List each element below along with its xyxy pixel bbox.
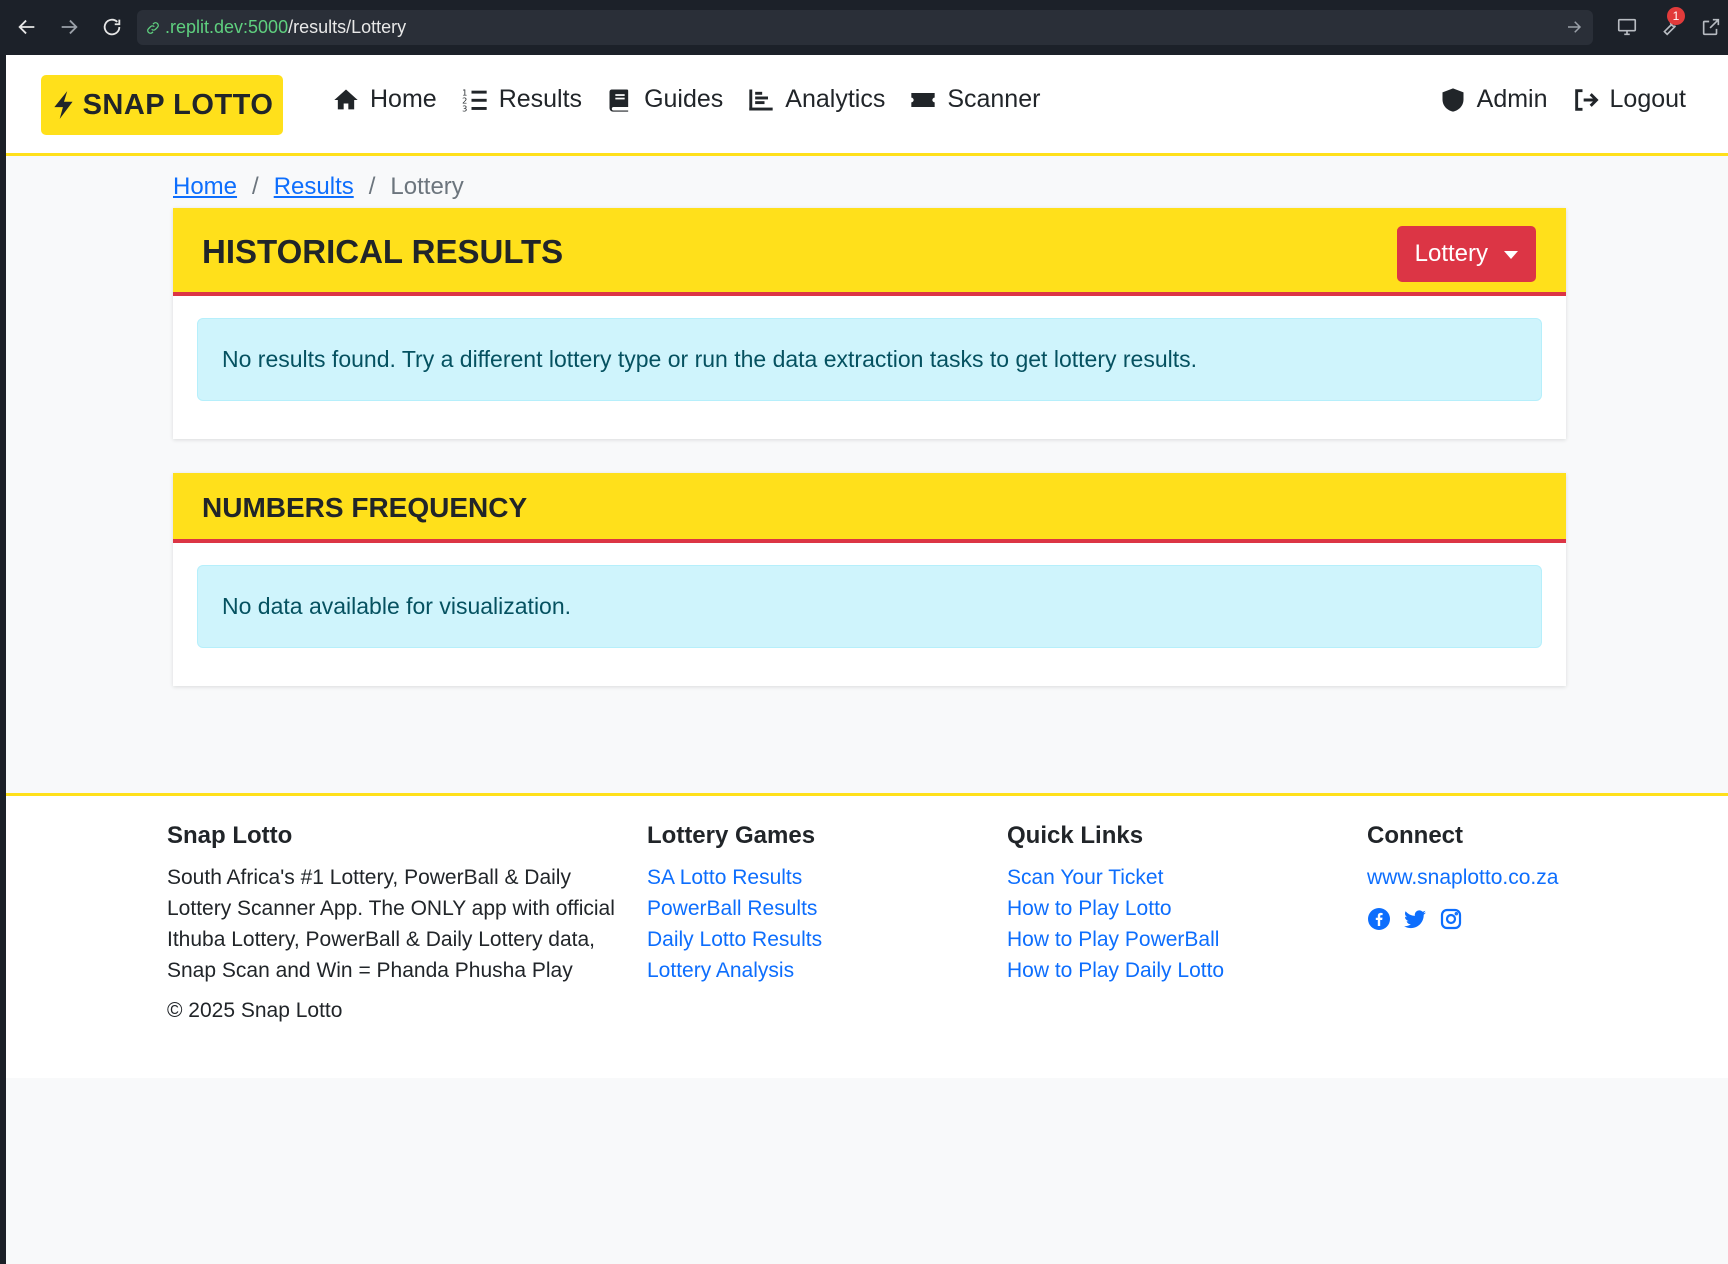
- breadcrumb: Home / Results / Lottery: [173, 173, 464, 201]
- lottery-type-dropdown[interactable]: Lottery: [1396, 226, 1536, 282]
- open-external-button[interactable]: [1694, 10, 1728, 44]
- nav-results-label: Results: [498, 85, 583, 113]
- numbers-frequency-title: NUMBERS FREQUENCY: [202, 492, 528, 523]
- historical-results-card: HISTORICAL RESULTS Lottery No results fo…: [173, 208, 1566, 439]
- nav-results[interactable]: 123 Results: [461, 85, 582, 114]
- svg-text:3: 3: [462, 103, 467, 113]
- footer-link-scan-ticket[interactable]: Scan Your Ticket: [1007, 862, 1224, 893]
- footer-link-play-lotto[interactable]: How to Play Lotto: [1007, 893, 1224, 924]
- logout-icon: [1574, 88, 1599, 111]
- devtools-button[interactable]: [1610, 10, 1644, 44]
- nav-home[interactable]: Home: [332, 85, 437, 114]
- footer-connect: Connect www.snaplotto.co.za: [1367, 822, 1558, 931]
- copyright: © 2025 Snap Lotto: [167, 999, 343, 1022]
- footer-quick-links: Quick Links Scan Your Ticket How to Play…: [1007, 822, 1224, 986]
- lottery-type-label: Lottery: [1414, 240, 1488, 267]
- footer: Snap Lotto South Africa's #1 Lottery, Po…: [6, 793, 1728, 1078]
- book-icon: [609, 89, 629, 112]
- twitter-icon[interactable]: [1403, 907, 1427, 931]
- footer-about-line: Snap Scan and Win = Phanda Phusha Play: [167, 959, 573, 982]
- url-path: /results/Lottery: [288, 17, 407, 37]
- nav-logout-label: Logout: [1609, 85, 1686, 113]
- arrow-right-icon: [61, 19, 78, 35]
- facebook-icon[interactable]: [1367, 907, 1391, 931]
- historical-results-title: HISTORICAL RESULTS: [202, 233, 564, 270]
- forward-button[interactable]: [52, 10, 86, 44]
- main-nav: Home 123 Results Guides Analytics Scanne…: [332, 85, 1040, 114]
- address-bar[interactable]: .replit.dev:5000/results/Lottery: [137, 10, 1593, 45]
- link-icon: [147, 21, 159, 34]
- numbers-frequency-card: NUMBERS FREQUENCY No data available for …: [173, 473, 1566, 686]
- browser-toolbar: .replit.dev:5000/results/Lottery 1: [0, 0, 1728, 55]
- nav-analytics[interactable]: Analytics: [747, 85, 885, 114]
- nav-scanner-label: Scanner: [947, 85, 1041, 113]
- notification-badge: 1: [1667, 7, 1685, 25]
- footer-connect-heading: Connect: [1367, 822, 1463, 849]
- brand-logo[interactable]: SNAP LOTTO: [41, 75, 283, 135]
- navbar: SNAP LOTTO Home 123 Results Guides Analy…: [6, 55, 1728, 156]
- historical-results-body: No results found. Try a different lotter…: [173, 296, 1566, 423]
- url-host: .replit.dev:5000: [165, 17, 289, 37]
- external-link-icon: [1702, 18, 1720, 36]
- nav-scanner[interactable]: Scanner: [909, 85, 1040, 114]
- footer-link-sa-lotto[interactable]: SA Lotto Results: [647, 862, 822, 893]
- footer-about-line: Ithuba Lottery, PowerBall & Daily Lotter…: [167, 928, 595, 951]
- brand-text: SNAP LOTTO: [82, 88, 274, 121]
- breadcrumb-home[interactable]: Home: [173, 173, 237, 201]
- app-viewport: SNAP LOTTO Home 123 Results Guides Analy…: [6, 55, 1728, 1264]
- footer-link-analysis[interactable]: Lottery Analysis: [647, 955, 822, 986]
- breadcrumb-results[interactable]: Results: [274, 173, 354, 201]
- chart-icon: [749, 89, 773, 110]
- breadcrumb-current: Lottery: [390, 173, 464, 200]
- nav-home-label: Home: [370, 85, 437, 113]
- footer-games-heading: Lottery Games: [647, 822, 816, 849]
- numbers-frequency-header: NUMBERS FREQUENCY: [173, 473, 1566, 543]
- footer-link-powerball[interactable]: PowerBall Results: [647, 893, 822, 924]
- footer-quick-heading: Quick Links: [1007, 822, 1144, 849]
- reload-button[interactable]: [95, 10, 129, 44]
- website-link[interactable]: www.snaplotto.co.za: [1367, 862, 1558, 893]
- caret-down-icon: [1504, 251, 1518, 259]
- footer-about-line: Lottery Scanner App. The ONLY app with o…: [167, 897, 615, 920]
- home-icon: [334, 89, 358, 109]
- footer-about-line: South Africa's #1 Lottery, PowerBall & D…: [167, 866, 571, 889]
- monitor-icon: [1617, 18, 1637, 36]
- nav-admin-label: Admin: [1476, 85, 1548, 113]
- back-button[interactable]: [10, 10, 44, 44]
- list-ol-icon: 123: [462, 87, 487, 113]
- footer-link-play-daily-lotto[interactable]: How to Play Daily Lotto: [1007, 955, 1224, 986]
- shield-icon: [1442, 87, 1464, 112]
- breadcrumb-separator: /: [368, 173, 376, 200]
- breadcrumb-separator: /: [252, 173, 259, 200]
- footer-link-play-powerball[interactable]: How to Play PowerBall: [1007, 924, 1224, 955]
- bolt-icon: [53, 91, 73, 119]
- nav-guides[interactable]: Guides: [606, 85, 723, 114]
- no-results-alert: No results found. Try a different lotter…: [197, 318, 1542, 401]
- arrow-left-icon: [18, 19, 35, 35]
- go-arrow-icon[interactable]: [1565, 18, 1583, 36]
- nav-guides-label: Guides: [644, 85, 724, 113]
- instagram-icon[interactable]: [1439, 907, 1463, 931]
- nav-admin[interactable]: Admin: [1439, 85, 1548, 114]
- no-data-alert: No data available for visualization.: [197, 565, 1542, 648]
- historical-results-header: HISTORICAL RESULTS Lottery: [173, 208, 1566, 296]
- footer-link-daily-lotto[interactable]: Daily Lotto Results: [647, 924, 822, 955]
- nav-analytics-label: Analytics: [785, 85, 886, 113]
- numbers-frequency-body: No data available for visualization.: [173, 543, 1566, 670]
- reload-icon: [103, 18, 121, 36]
- social-links: [1367, 907, 1558, 931]
- ticket-icon: [911, 92, 935, 107]
- extensions-button[interactable]: 1: [1652, 7, 1686, 44]
- nav-logout[interactable]: Logout: [1572, 85, 1686, 114]
- footer-games: Lottery Games SA Lotto Results PowerBall…: [647, 822, 822, 986]
- user-nav: Admin Logout: [1439, 85, 1686, 114]
- footer-about: Snap Lotto South Africa's #1 Lottery, Po…: [167, 822, 627, 1026]
- footer-about-heading: Snap Lotto: [167, 822, 293, 849]
